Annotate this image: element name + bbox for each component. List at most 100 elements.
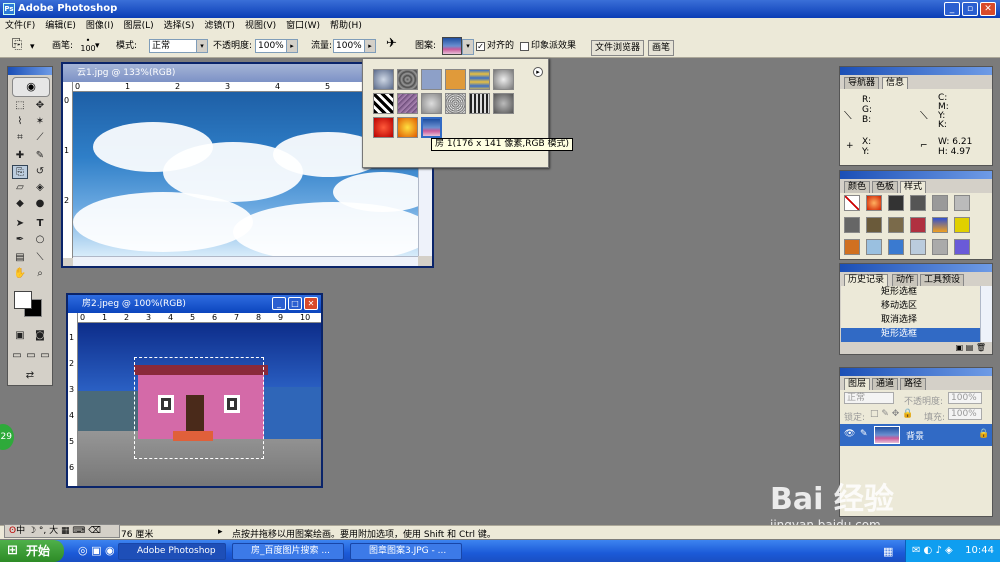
- history-brush-tool-icon[interactable]: ↺: [32, 165, 48, 179]
- slice-tool-icon[interactable]: ⟋: [32, 131, 48, 145]
- style-swatch[interactable]: [866, 239, 882, 255]
- shape-tool-icon[interactable]: ○: [32, 233, 48, 247]
- style-swatch[interactable]: [888, 217, 904, 233]
- standard-mode-icon[interactable]: ▣: [12, 329, 28, 343]
- tray-icons[interactable]: ✉ ◐ ♪ ◈: [912, 540, 953, 562]
- notes-tool-icon[interactable]: ▤: [12, 251, 28, 265]
- paint-bucket-tool-icon[interactable]: ◈: [32, 181, 48, 195]
- style-swatch[interactable]: [910, 195, 926, 211]
- flow-input[interactable]: 100%: [333, 39, 365, 53]
- jump-to-imageready-icon[interactable]: ⇄: [22, 369, 38, 383]
- blend-mode-select[interactable]: 正常: [844, 392, 894, 404]
- pen-tool-icon[interactable]: ✒: [12, 233, 28, 247]
- delete-icon[interactable]: 🗑: [976, 343, 986, 352]
- stamp-tool-icon[interactable]: ⎘: [12, 165, 28, 179]
- menu-select[interactable]: 选择(S): [159, 18, 200, 34]
- menu-filter[interactable]: 滤镜(T): [199, 18, 240, 34]
- tool-preset-dropdown[interactable]: ▾: [30, 40, 35, 54]
- brushes-tab[interactable]: 画笔: [648, 40, 675, 56]
- document-window-house[interactable]: 房2.jpeg @ 100%(RGB) _ □ ✕ 0 1 2 3 4 5 6 …: [66, 293, 323, 488]
- history-scrollbar[interactable]: [980, 286, 992, 342]
- tab-info[interactable]: 信息: [882, 77, 909, 89]
- lock-icons[interactable]: □ ✎ ✥ 🔒: [870, 409, 913, 419]
- menu-view[interactable]: 视图(V): [240, 18, 281, 34]
- brush-link-icon[interactable]: ✎: [860, 429, 868, 439]
- pattern-swatch[interactable]: [442, 37, 462, 55]
- restore-button[interactable]: ▫: [962, 2, 978, 16]
- style-swatch[interactable]: [866, 195, 882, 211]
- pattern-swatch-purple[interactable]: [397, 93, 418, 114]
- airbrush-icon[interactable]: ✈: [386, 37, 397, 51]
- screen-mode-2-icon[interactable]: ▭: [24, 349, 38, 363]
- lasso-tool-icon[interactable]: ⌇: [12, 115, 28, 129]
- style-swatch[interactable]: [910, 217, 926, 233]
- pattern-swatch-stripes[interactable]: [469, 69, 490, 90]
- side-badge[interactable]: 29: [0, 424, 14, 450]
- pattern-swatch-house[interactable]: [421, 117, 442, 138]
- style-swatch[interactable]: [844, 217, 860, 233]
- file-browser-tab[interactable]: 文件浏览器: [591, 40, 645, 56]
- foreground-color-swatch[interactable]: [14, 291, 32, 309]
- eyedropper-tool-icon[interactable]: ⟍: [32, 251, 48, 265]
- house-image[interactable]: [78, 323, 321, 486]
- style-swatch[interactable]: [888, 239, 904, 255]
- tab-swatches[interactable]: 色板: [872, 181, 899, 193]
- doc-minimize-button[interactable]: _: [272, 297, 286, 310]
- menu-help[interactable]: 帮助(H): [325, 18, 367, 34]
- marquee-tool-icon[interactable]: ⬚: [12, 99, 28, 113]
- eye-icon[interactable]: 👁: [844, 429, 855, 439]
- task-photoshop[interactable]: Adobe Photoshop: [118, 543, 226, 560]
- style-swatch[interactable]: [844, 239, 860, 255]
- tab-color[interactable]: 颜色: [844, 181, 871, 193]
- style-swatch[interactable]: [932, 217, 948, 233]
- brush-tool-icon[interactable]: ✎: [32, 149, 48, 163]
- menu-window[interactable]: 窗口(W): [281, 18, 325, 34]
- layer-opacity-input[interactable]: 100%: [948, 392, 982, 404]
- zoom-tool-icon[interactable]: ⌕: [32, 267, 48, 281]
- tab-channels[interactable]: 通道: [872, 378, 899, 390]
- task-image-viewer[interactable]: 图章图案3.JPG - ...: [350, 543, 462, 560]
- style-swatch[interactable]: [954, 195, 970, 211]
- style-swatch[interactable]: [954, 217, 970, 233]
- opacity-input[interactable]: 100%: [255, 39, 287, 53]
- tab-tool-presets[interactable]: 工具预设: [920, 274, 965, 286]
- mode-dropdown-icon[interactable]: ▾: [196, 39, 208, 53]
- aligned-checkbox[interactable]: ✓: [476, 42, 485, 51]
- style-none[interactable]: [844, 195, 860, 211]
- eraser-tool-icon[interactable]: ▱: [12, 181, 28, 195]
- layer-row-background[interactable]: 👁 ✎ 背景 🔒: [840, 424, 992, 446]
- style-swatch[interactable]: [910, 239, 926, 255]
- pattern-stamp-tool-icon[interactable]: ⎘: [12, 38, 22, 52]
- magic-wand-tool-icon[interactable]: ✶: [32, 115, 48, 129]
- fill-input[interactable]: 100%: [948, 408, 982, 420]
- dodge-tool-icon[interactable]: ●: [32, 197, 48, 211]
- marquee-selection[interactable]: [134, 357, 264, 459]
- flow-slider-icon[interactable]: ▸: [364, 39, 376, 53]
- screen-mode-3-icon[interactable]: ▭: [38, 349, 52, 363]
- opacity-slider-icon[interactable]: ▸: [286, 39, 298, 53]
- pattern-menu-arrow-icon[interactable]: ▸: [533, 67, 543, 77]
- history-item[interactable]: 移动选区: [841, 300, 980, 314]
- mode-select[interactable]: 正常: [149, 39, 197, 53]
- pattern-swatch-dots[interactable]: [445, 93, 466, 114]
- quicklaunch-icons[interactable]: ◎ ▣ ◉: [78, 544, 115, 557]
- path-selection-tool-icon[interactable]: ➤: [12, 217, 28, 231]
- doc-close-button[interactable]: ✕: [304, 297, 318, 310]
- photoshop-eye-icon[interactable]: ◉: [12, 77, 50, 97]
- screen-mode-1-icon[interactable]: ▭: [10, 349, 24, 363]
- tab-paths[interactable]: 路径: [900, 378, 927, 390]
- pattern-swatch-red-badge[interactable]: [373, 117, 394, 138]
- doc-maximize-button[interactable]: □: [288, 297, 302, 310]
- pattern-swatch-granite[interactable]: [493, 93, 514, 114]
- pattern-dropdown-icon[interactable]: ▾: [462, 39, 474, 55]
- pattern-swatch-wrinkle[interactable]: [397, 69, 418, 90]
- style-swatch[interactable]: [866, 217, 882, 233]
- task-browser[interactable]: 房_百度图片搜索 ...: [232, 543, 344, 560]
- menu-layer[interactable]: 图层(L): [119, 18, 159, 34]
- start-button[interactable]: ⊞ 开始: [0, 540, 64, 562]
- horizontal-scrollbar[interactable]: [73, 256, 418, 266]
- pattern-swatch-stone[interactable]: [421, 93, 442, 114]
- pattern-swatch-checker[interactable]: [373, 93, 394, 114]
- new-document-icon[interactable]: ▤: [966, 343, 974, 352]
- hand-tool-icon[interactable]: ✋: [12, 267, 28, 281]
